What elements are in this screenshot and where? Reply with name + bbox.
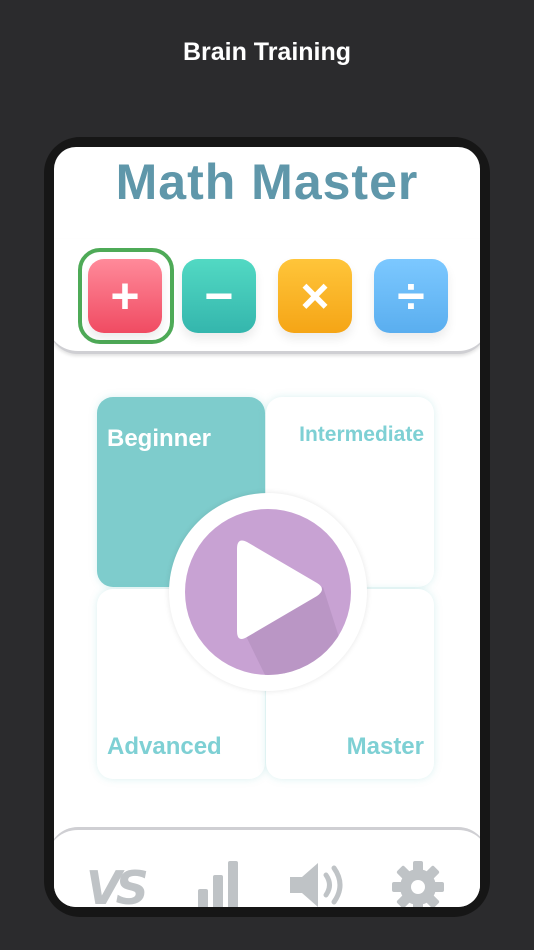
app-title: Math Master bbox=[115, 154, 419, 210]
versus-icon[interactable]: VS bbox=[86, 861, 149, 907]
division-button[interactable]: ÷ bbox=[374, 259, 448, 333]
level-label: Beginner bbox=[107, 425, 212, 452]
level-label: Advanced bbox=[107, 733, 222, 760]
page-title: Brain Training bbox=[182, 38, 352, 66]
divide-icon: ÷ bbox=[397, 268, 425, 324]
plus-icon: + bbox=[110, 268, 140, 324]
phone-frame: Math Master + − × ÷ Beginner Intermediat… bbox=[44, 137, 490, 917]
versus-label: VS bbox=[86, 861, 149, 907]
play-icon bbox=[237, 540, 351, 675]
subtraction-button[interactable]: − bbox=[182, 259, 256, 333]
bar-chart-icon[interactable] bbox=[196, 859, 240, 907]
play-button-ring bbox=[169, 493, 367, 691]
speaker-icon[interactable] bbox=[286, 859, 350, 907]
multiplication-button[interactable]: × bbox=[278, 259, 352, 333]
addition-button[interactable]: + bbox=[88, 259, 162, 333]
gear-icon[interactable] bbox=[390, 859, 446, 907]
app-screen: Math Master + − × ÷ Beginner Intermediat… bbox=[54, 147, 480, 907]
level-label: Master bbox=[346, 733, 424, 760]
multiply-icon: × bbox=[300, 268, 330, 324]
play-button[interactable] bbox=[185, 509, 351, 675]
minus-icon: − bbox=[204, 268, 234, 324]
level-label: Intermediate bbox=[299, 423, 424, 446]
